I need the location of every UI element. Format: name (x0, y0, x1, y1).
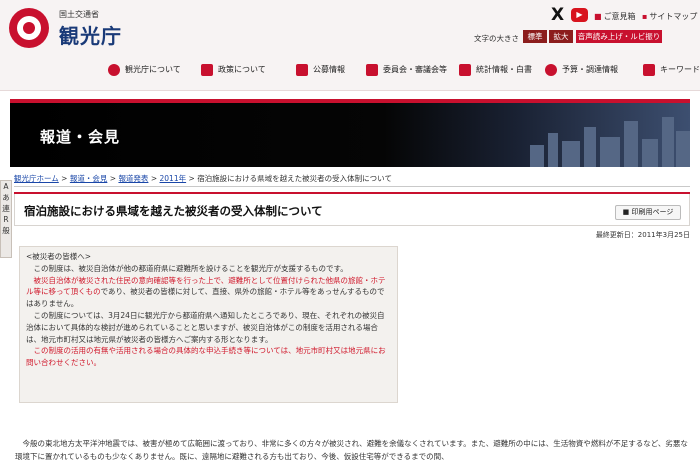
voice-ruby-button[interactable]: 音声読み上げ・ルビ振り (576, 30, 662, 43)
notice-heading: <被災者の皆様へ> (26, 252, 92, 261)
skyline-building (548, 133, 558, 167)
print-page-button[interactable]: ■ 印刷用ページ (615, 205, 681, 220)
sitemap-link[interactable]: ▪ サイトマップ (642, 11, 697, 22)
font-size-label: 文字の大きさ (474, 34, 519, 43)
chart-icon (459, 63, 471, 76)
jta-logo-icon[interactable] (9, 8, 49, 48)
skyline-building (676, 131, 690, 167)
notice-paragraph: 被災自治体が被災された住民の意向確認等を行った上で、避難所として位置付けられた他… (26, 275, 386, 309)
flower-icon (108, 63, 120, 76)
nav-statistics[interactable]: 統計情報・白書 (459, 62, 532, 78)
skyline-building (584, 127, 596, 167)
handshake-icon (545, 63, 557, 76)
document-icon (296, 63, 308, 76)
breadcrumb-year[interactable]: 2011年 (160, 174, 187, 183)
banner-title: 報道・会見 (40, 128, 121, 146)
nav-keyword[interactable]: キーワード (643, 62, 700, 78)
nav-policy[interactable]: 政策について (201, 62, 266, 78)
article-body: 今般の東北地方太平洋沖地震では、被害が極めて広範囲に渡っており、非常に多くの方々… (15, 439, 688, 461)
people-icon (366, 63, 378, 76)
skyline-building (562, 141, 580, 167)
breadcrumb-divider (14, 186, 690, 187)
title-box: 宿泊施設における県域を越えた被災者の受入体制について ■ 印刷用ページ (14, 194, 690, 226)
sitemap-icon: ▪ (642, 12, 648, 21)
skyline-building (662, 117, 674, 167)
nav-public-offering[interactable]: 公募情報 (296, 62, 345, 78)
opinion-box-link[interactable]: ■ ご意見箱 (594, 11, 636, 22)
breadcrumb-current: 宿泊施設における県域を越えた被災者の受入体制について (197, 174, 392, 183)
breadcrumb: 観光庁ホーム > 報道・会見 > 報道発表 > 2011年 > 宿泊施設における… (14, 174, 392, 183)
link-tool-icon[interactable]: 連 (1, 203, 11, 214)
notice-highlight: この制度の活用の有無や活用される場合の具体的な申込手続き等については、地元市町村… (26, 346, 386, 368)
breadcrumb-releases[interactable]: 報道発表 (118, 174, 148, 183)
site-header: 国土交通省 観光庁 X ▶ ■ ご意見箱 ▪ サイトマップ 文字の大きさ 標準 拡大… (0, 0, 700, 91)
section-banner: 報道・会見 (10, 103, 690, 167)
last-updated: 最終更新日：2011年3月25日 (595, 231, 690, 239)
breadcrumb-home[interactable]: 観光庁ホーム (14, 174, 59, 183)
general-tool-icon[interactable]: 般 (1, 225, 11, 236)
skyline-building (624, 121, 638, 167)
notice-box: <被災者の皆様へ> この制度は、被災自治体が他の都道府県に避難所を設けることを観… (19, 246, 398, 403)
font-tool-icon[interactable]: A (1, 181, 11, 192)
microphone-icon (643, 63, 655, 76)
nav-committees[interactable]: 委員会・審議会等 (366, 62, 447, 78)
skyline-building (530, 145, 544, 167)
youtube-icon[interactable]: ▶ (571, 8, 588, 22)
font-normal-button[interactable]: 標準 (523, 30, 547, 43)
skyline-building (600, 137, 620, 167)
nav-budget[interactable]: 予算・調達情報 (545, 62, 618, 78)
font-large-button[interactable]: 拡大 (549, 30, 573, 43)
breadcrumb-press[interactable]: 報道・会見 (70, 174, 108, 183)
logo-title[interactable]: 観光庁 (59, 20, 122, 49)
notice-paragraph: この制度については、3月24日に観光庁から都道府県へ通知したところであり、現在、… (26, 310, 385, 344)
accessibility-toolbar[interactable]: A あ 連 R 般 (0, 180, 12, 258)
skyline-building (642, 139, 658, 167)
logo-subtitle: 国土交通省 (59, 10, 99, 19)
page-title: 宿泊施設における県域を越えた被災者の受入体制について (24, 204, 323, 218)
notice-paragraph: この制度は、被災自治体が他の都道府県に避難所を設けることを観光庁が支援するもので… (26, 263, 348, 273)
envelope-icon: ■ (594, 12, 602, 21)
x-social-icon[interactable]: X (551, 5, 564, 25)
pencil-icon (201, 63, 213, 76)
ruby-tool-icon[interactable]: あ (1, 192, 11, 203)
nav-about[interactable]: 観光庁について (108, 62, 181, 78)
reader-tool-icon[interactable]: R (1, 214, 11, 225)
